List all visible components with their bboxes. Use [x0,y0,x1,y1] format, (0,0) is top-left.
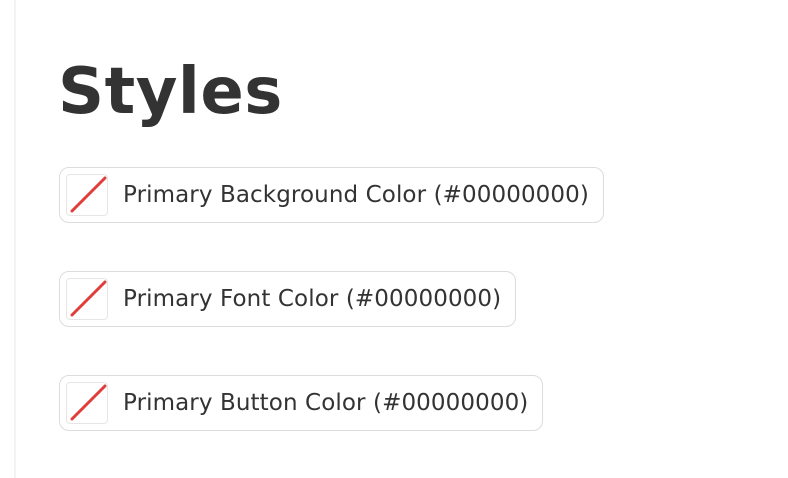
primary-background-color-label: Primary Background Color (#00000000) [123,182,589,208]
primary-button-color-picker[interactable]: Primary Button Color (#00000000) [59,375,544,431]
primary-button-color-label: Primary Button Color (#00000000) [123,390,529,416]
page-title: Styles [58,55,283,129]
sidebar-divider [14,0,16,478]
primary-font-color-picker[interactable]: Primary Font Color (#00000000) [59,271,517,327]
transparent-color-swatch-icon[interactable] [66,174,108,216]
transparent-color-swatch-icon[interactable] [66,278,108,320]
transparent-color-swatch-icon[interactable] [66,382,108,424]
primary-font-color-label: Primary Font Color (#00000000) [123,286,502,312]
primary-background-color-picker[interactable]: Primary Background Color (#00000000) [59,167,604,223]
